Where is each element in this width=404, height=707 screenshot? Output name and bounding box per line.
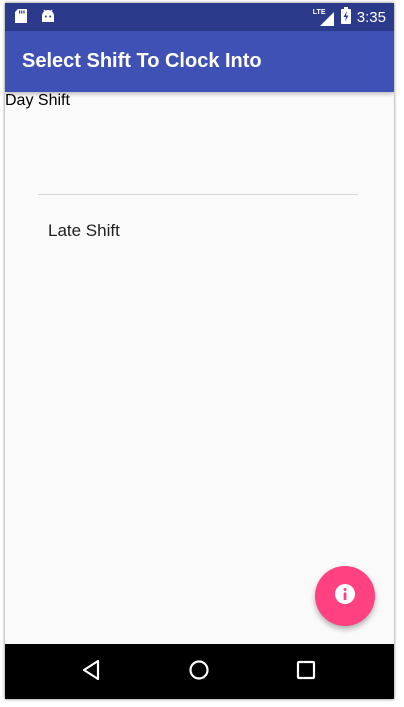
list-item-label: Day Shift: [5, 92, 70, 109]
status-bar: LTE 3:35: [5, 3, 394, 31]
list-item-late-shift[interactable]: Late Shift: [5, 196, 394, 266]
status-left-icons: [15, 9, 55, 28]
device-frame: LTE 3:35 Select Shift To Clock Into Day …: [5, 3, 394, 699]
back-button[interactable]: [76, 657, 106, 687]
recents-icon: [296, 660, 316, 685]
list-item-label: Late Shift: [48, 221, 120, 240]
info-icon: [334, 583, 356, 610]
android-icon: [41, 9, 55, 28]
home-icon: [188, 659, 210, 686]
page-title: Select Shift To Clock Into: [22, 50, 262, 72]
clock-time: 3:35: [356, 9, 386, 26]
divider: [38, 194, 358, 195]
app-bar: Select Shift To Clock Into: [5, 31, 394, 92]
sd-card-icon: [15, 9, 27, 28]
list-item-day-shift[interactable]: Day Shift: [5, 92, 394, 194]
battery-charging-icon: [340, 7, 351, 28]
recents-button[interactable]: [291, 657, 321, 687]
system-nav-bar: [5, 644, 394, 699]
info-fab-button[interactable]: [315, 566, 375, 626]
status-right-icons: LTE 3:35: [313, 7, 386, 28]
back-icon: [81, 659, 101, 686]
home-button[interactable]: [184, 657, 214, 687]
signal-icon: LTE: [313, 9, 335, 26]
